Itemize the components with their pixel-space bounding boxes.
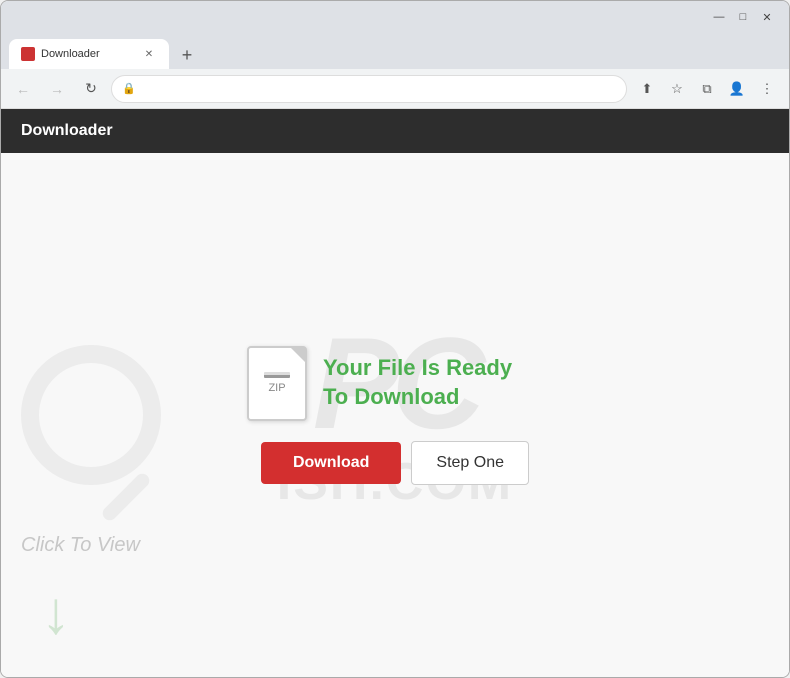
menu-button[interactable]: ⋮: [753, 75, 781, 103]
main-content: Click To View PC ISH.COM ↓ ZIP Your File…: [1, 153, 789, 677]
address-input-wrap[interactable]: 🔒: [111, 75, 627, 103]
profile-button[interactable]: 👤: [723, 75, 751, 103]
lock-icon: 🔒: [122, 82, 136, 95]
address-bar: ← → ↻ 🔒 ⬆ ☆ ⧉ 👤 ⋮: [1, 69, 789, 109]
bookmark-button[interactable]: ☆: [663, 75, 691, 103]
content-card: ZIP Your File Is Ready To Download Downl…: [247, 346, 543, 485]
app-header: Downloader: [1, 109, 789, 153]
browser-window: — □ ✕ Downloader ✕ + ← → ↻ 🔒 ⬆ ☆ ⧉ 👤 ⋮ D…: [0, 0, 790, 678]
close-button[interactable]: ✕: [757, 7, 777, 27]
app-header-title: Downloader: [21, 122, 113, 140]
address-right-icons: ⬆ ☆ ⧉ 👤 ⋮: [633, 75, 781, 103]
minimize-button[interactable]: —: [709, 7, 729, 27]
magnifier-circle: [21, 345, 161, 485]
button-row: Download Step One: [261, 441, 529, 485]
new-tab-button[interactable]: +: [173, 41, 201, 69]
file-info-row: ZIP Your File Is Ready To Download: [247, 346, 543, 421]
tab-bar: Downloader ✕ +: [1, 33, 789, 69]
zip-file-icon: ZIP: [247, 346, 307, 421]
active-tab[interactable]: Downloader ✕: [9, 39, 169, 69]
extensions-button[interactable]: ⧉: [693, 75, 721, 103]
forward-button[interactable]: →: [43, 75, 71, 103]
zip-stripe: [264, 372, 290, 378]
zip-label: ZIP: [268, 382, 285, 394]
tab-title: Downloader: [41, 48, 135, 60]
magnifier-handle: [100, 471, 152, 523]
watermark-magnifier: [21, 345, 161, 485]
file-ready-text: Your File Is Ready To Download: [323, 354, 543, 411]
step-one-button[interactable]: Step One: [411, 441, 529, 485]
tab-close-button[interactable]: ✕: [141, 46, 157, 62]
click-to-view-text: Click To View: [21, 534, 140, 557]
back-button[interactable]: ←: [9, 75, 37, 103]
reload-button[interactable]: ↻: [77, 75, 105, 103]
share-button[interactable]: ⬆: [633, 75, 661, 103]
window-chrome: — □ ✕: [1, 1, 789, 33]
watermark-arrow: ↓: [41, 578, 71, 647]
download-button[interactable]: Download: [261, 442, 401, 484]
maximize-button[interactable]: □: [733, 7, 753, 27]
tab-favicon: [21, 47, 35, 61]
